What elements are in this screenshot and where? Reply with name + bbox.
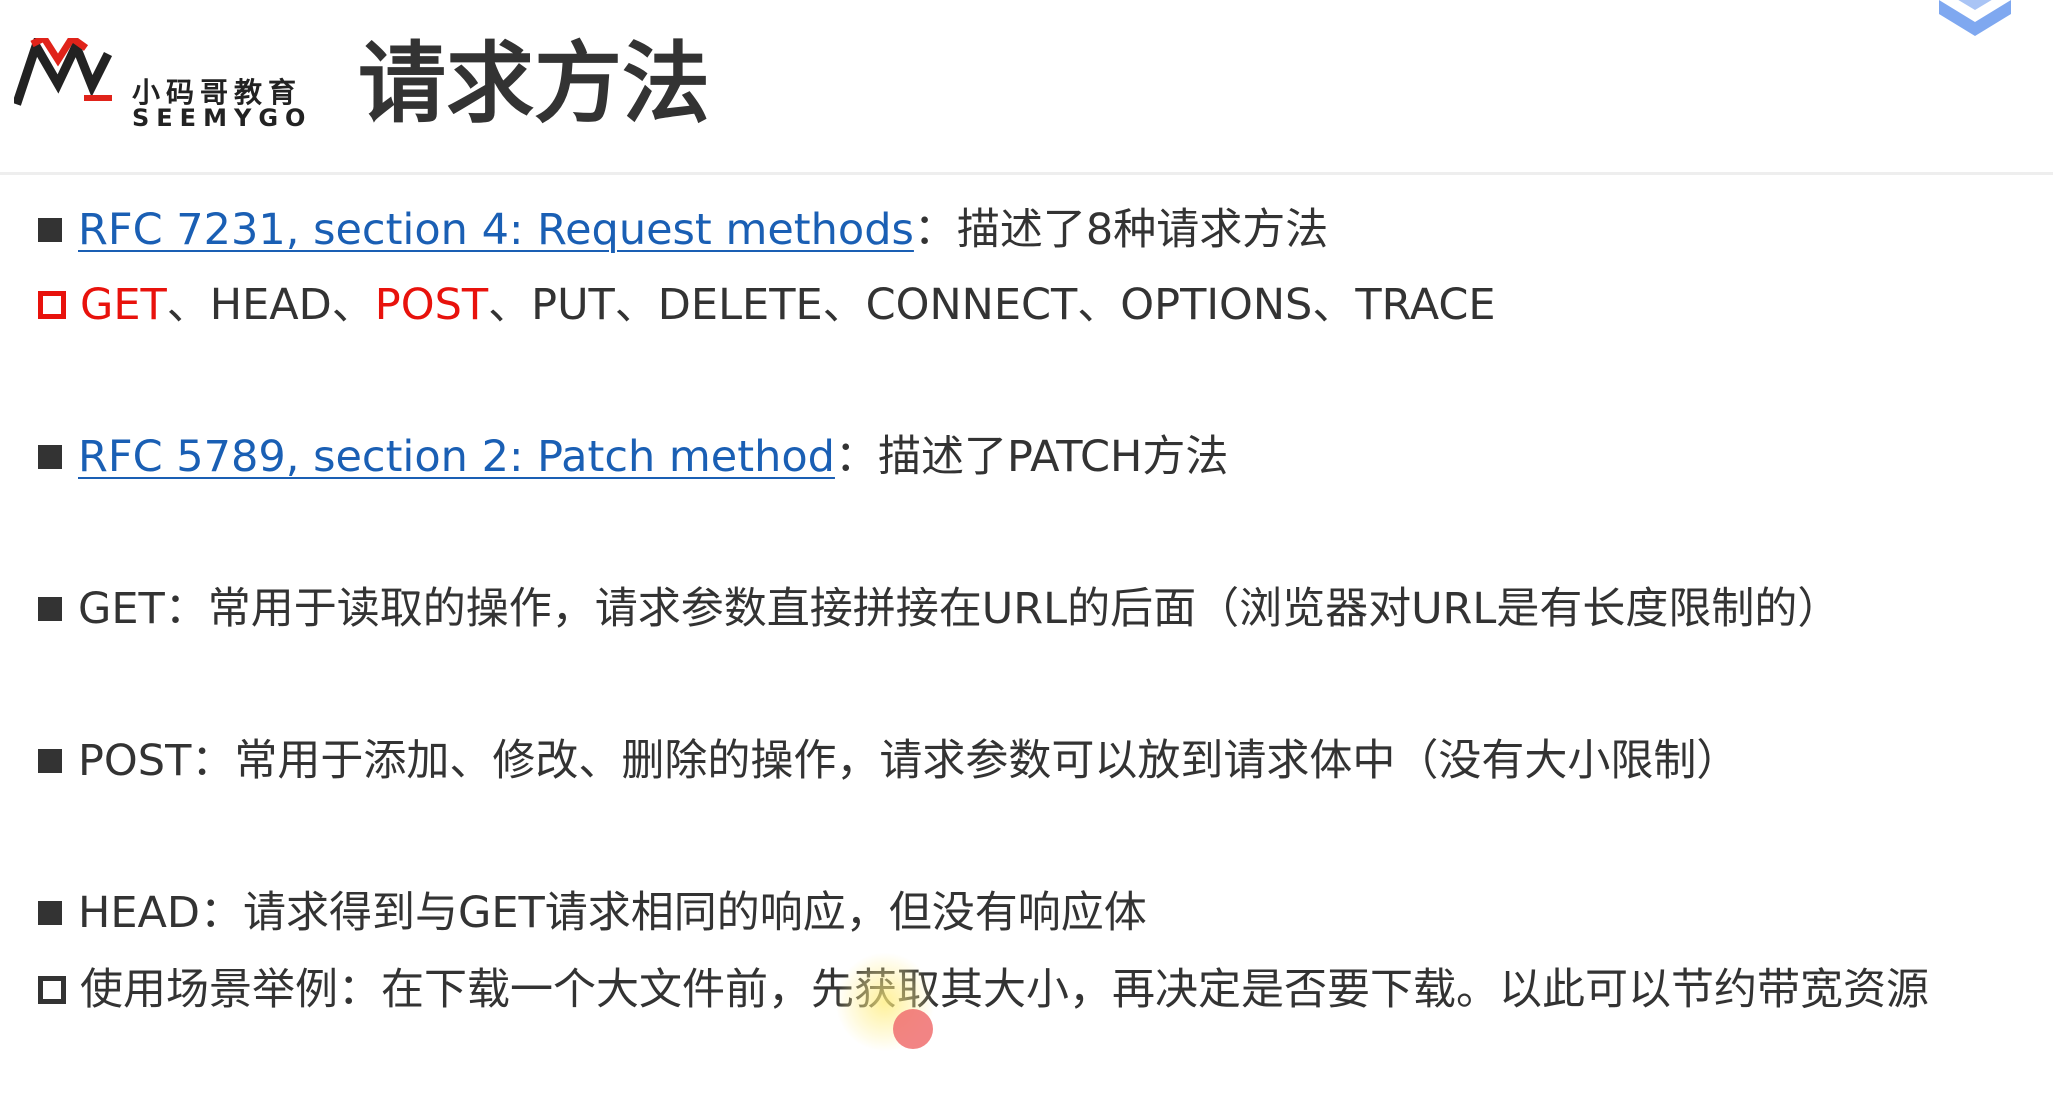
cursor-pointer-icon bbox=[893, 1009, 933, 1049]
method-others: 、PUT、DELETE、CONNECT、OPTIONS、TRACE bbox=[488, 279, 1496, 330]
list-item-head: HEAD：请求得到与GET请求相同的响应，但没有响应体 bbox=[38, 883, 1147, 943]
post-description: POST：常用于添加、修改、删除的操作，请求参数可以放到请求体中（没有大小限制） bbox=[78, 735, 1740, 786]
hollow-square-bullet-icon bbox=[38, 976, 66, 1004]
square-bullet-icon bbox=[38, 597, 62, 621]
rfc7231-description: ：描述了8种请求方法 bbox=[913, 204, 1329, 255]
head-description: HEAD：请求得到与GET请求相同的响应，但没有响应体 bbox=[78, 887, 1147, 938]
list-item-rfc5789: RFC 5789, section 2: Patch method ：描述了PA… bbox=[38, 427, 1228, 487]
method-get: GET bbox=[80, 279, 167, 330]
method-separator: 、HEAD、 bbox=[166, 279, 375, 330]
square-bullet-icon bbox=[38, 749, 62, 773]
square-bullet-icon bbox=[38, 445, 62, 469]
rfc7231-link[interactable]: RFC 7231, section 4: Request methods bbox=[78, 208, 914, 252]
rfc5789-description: ：描述了PATCH方法 bbox=[834, 431, 1229, 482]
slide-content: RFC 7231, section 4: Request methods ：描述… bbox=[0, 0, 2053, 1113]
method-post: POST bbox=[374, 279, 489, 330]
get-description: GET：常用于读取的操作，请求参数直接拼接在URL的后面（浏览器对URL是有长度… bbox=[78, 583, 1841, 634]
hollow-square-bullet-icon bbox=[38, 291, 66, 319]
square-bullet-icon bbox=[38, 901, 62, 925]
list-item-get: GET：常用于读取的操作，请求参数直接拼接在URL的后面（浏览器对URL是有长度… bbox=[38, 579, 1840, 639]
list-item-methods: GET 、HEAD、 POST 、PUT、DELETE、CONNECT、OPTI… bbox=[38, 275, 1496, 335]
list-item-rfc7231: RFC 7231, section 4: Request methods ：描述… bbox=[38, 200, 1328, 260]
list-item-head-example: 使用场景举例：在下载一个大文件前，先获取其大小，再决定是否要下载。以此可以节约带… bbox=[38, 960, 1929, 1020]
head-example: 使用场景举例：在下载一个大文件前，先获取其大小，再决定是否要下载。以此可以节约带… bbox=[80, 964, 1929, 1015]
square-bullet-icon bbox=[38, 218, 62, 242]
list-item-post: POST：常用于添加、修改、删除的操作，请求参数可以放到请求体中（没有大小限制） bbox=[38, 731, 1739, 791]
rfc5789-link[interactable]: RFC 5789, section 2: Patch method bbox=[78, 435, 835, 479]
slide: 小码哥教育 SEEMYGO 请求方法 RFC 7231, section 4: … bbox=[0, 0, 2053, 1113]
